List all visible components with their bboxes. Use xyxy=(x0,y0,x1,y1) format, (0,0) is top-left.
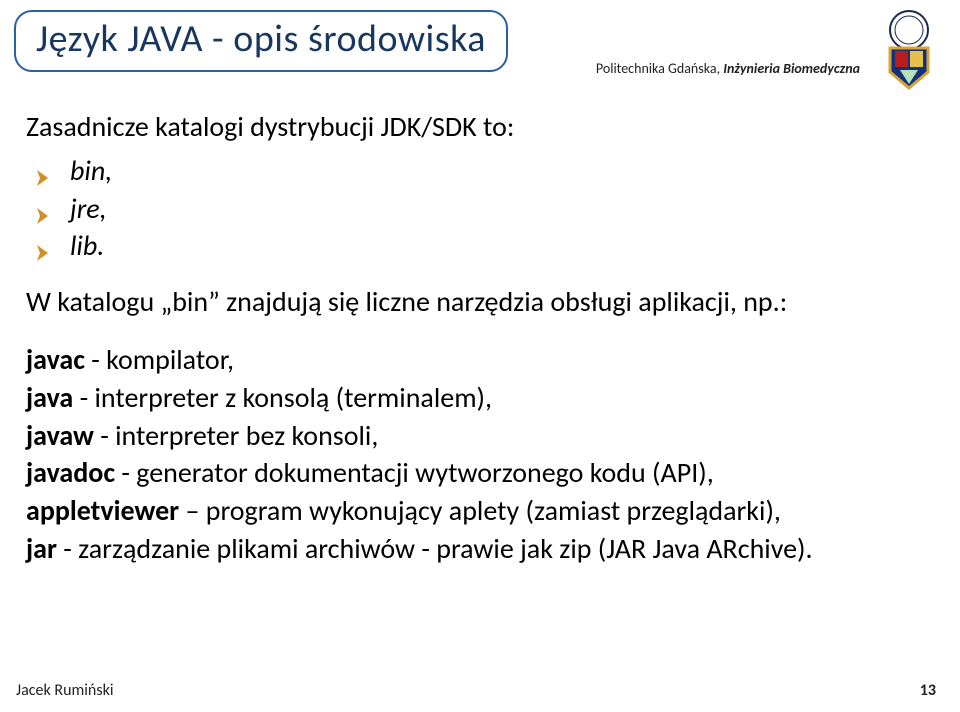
catalog-list: bin, jre, lib. xyxy=(34,152,934,265)
tool-desc: - interpreter bez konsoli, xyxy=(94,418,378,453)
tool-line: jar - zarządzanie plikami archiwów - pra… xyxy=(26,530,934,568)
page-title: Język JAVA - opis środowiska xyxy=(36,16,486,62)
tool-name: javac xyxy=(26,342,85,377)
affiliation: Politechnika Gdańska, Inżynieria Biomedy… xyxy=(596,60,860,77)
tool-desc: - kompilator, xyxy=(85,342,234,377)
list-item: bin, xyxy=(34,152,934,190)
tool-desc: - zarządzanie plikami archiwów - prawie … xyxy=(57,531,813,566)
list-item-label: lib. xyxy=(70,228,104,263)
tool-line: appletviewer – program wykonujący aplety… xyxy=(26,492,934,530)
intro-text: Zasadnicze katalogi dystrybucji JDK/SDK … xyxy=(26,108,934,146)
university-crest xyxy=(876,10,942,90)
tool-name: java xyxy=(26,380,73,415)
list-item-label: jre, xyxy=(70,191,107,226)
footer-page-number: 13 xyxy=(920,681,936,700)
chevron-right-icon xyxy=(34,160,54,180)
paragraph-2: W katalogu „bin” znajdują się liczne nar… xyxy=(26,283,934,321)
tool-name: javadoc xyxy=(26,455,115,490)
list-item-label: bin, xyxy=(70,153,112,188)
chevron-right-icon xyxy=(34,198,54,218)
tools-list: javac - kompilator, java - interpreter z… xyxy=(26,341,934,568)
footer-author: Jacek Rumiński xyxy=(16,681,114,700)
list-item: jre, xyxy=(34,190,934,228)
tool-line: javadoc - generator dokumentacji wytworz… xyxy=(26,454,934,492)
affiliation-dept: Inżynieria Biomedyczna xyxy=(723,60,860,77)
tool-desc: – program wykonujący aplety (zamiast prz… xyxy=(179,493,781,528)
tool-name: jar xyxy=(26,531,57,566)
list-item: lib. xyxy=(34,227,934,265)
slide: Język JAVA - opis środowiska Politechnik… xyxy=(0,0,960,712)
title-box: Język JAVA - opis środowiska xyxy=(14,10,508,72)
tool-line: javaw - interpreter bez konsoli, xyxy=(26,417,934,455)
affiliation-org: Politechnika Gdańska, xyxy=(596,60,723,77)
tool-name: javaw xyxy=(26,418,94,453)
tool-desc: - interpreter z konsolą (terminalem), xyxy=(73,380,492,415)
tool-desc: - generator dokumentacji wytworzonego ko… xyxy=(115,455,714,490)
tool-line: javac - kompilator, xyxy=(26,341,934,379)
tool-line: java - interpreter z konsolą (terminalem… xyxy=(26,379,934,417)
chevron-right-icon xyxy=(34,235,54,255)
tool-name: appletviewer xyxy=(26,493,179,528)
content-area: Zasadnicze katalogi dystrybucji JDK/SDK … xyxy=(26,108,934,568)
